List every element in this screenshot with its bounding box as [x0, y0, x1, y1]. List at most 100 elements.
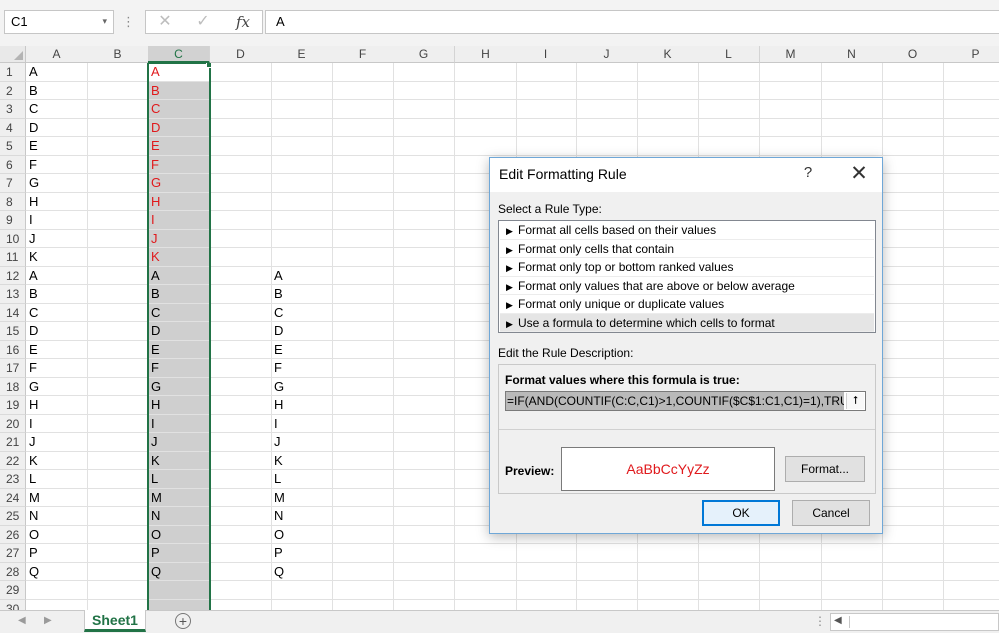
row-header-17[interactable]: 17	[0, 359, 26, 378]
row-header-12[interactable]: 12	[0, 266, 26, 285]
cell-a13[interactable]: B	[26, 285, 87, 304]
cell-a11[interactable]: K	[26, 248, 87, 267]
cell-a8[interactable]: H	[26, 193, 87, 212]
horizontal-scrollbar[interactable]: ◀	[830, 613, 999, 631]
ok-button[interactable]: OK	[702, 500, 780, 526]
enter-check-icon[interactable]: ✓	[192, 13, 214, 31]
rule-type-item[interactable]: ▶ Format only top or bottom ranked values	[500, 258, 874, 277]
row-header-26[interactable]: 26	[0, 525, 26, 544]
row-header-10[interactable]: 10	[0, 229, 26, 248]
row-header-18[interactable]: 18	[0, 377, 26, 396]
cell-a17[interactable]: F	[26, 359, 87, 378]
cell-e28[interactable]: Q	[271, 563, 332, 582]
column-header-f[interactable]: F	[332, 46, 394, 63]
row-header-4[interactable]: 4	[0, 118, 26, 137]
close-icon[interactable]: ✕	[846, 162, 872, 186]
row-header-29[interactable]: 29	[0, 581, 26, 600]
column-header-m[interactable]: M	[760, 46, 822, 63]
cell-e20[interactable]: I	[271, 415, 332, 434]
scroll-left-icon[interactable]: ◀	[834, 615, 842, 626]
cell-a3[interactable]: C	[26, 100, 87, 119]
column-header-b[interactable]: B	[87, 46, 149, 63]
cell-a7[interactable]: G	[26, 174, 87, 193]
row-header-5[interactable]: 5	[0, 137, 26, 156]
cancel-x-icon[interactable]: ✕	[154, 13, 176, 31]
cell-a12[interactable]: A	[26, 267, 87, 286]
rule-type-item[interactable]: ▶ Format only cells that contain	[500, 240, 874, 258]
cell-e23[interactable]: L	[271, 470, 332, 489]
cell-a4[interactable]: D	[26, 119, 87, 138]
row-header-13[interactable]: 13	[0, 285, 26, 304]
add-sheet-icon[interactable]: +	[175, 613, 191, 629]
cell-a1[interactable]: A	[26, 63, 87, 82]
rule-type-item[interactable]: ▶ Format only values that are above or be…	[500, 277, 874, 295]
column-header-g[interactable]: G	[393, 46, 455, 63]
column-header-a[interactable]: A	[26, 46, 88, 63]
rule-type-item[interactable]: ▶ Use a formula to determine which cells …	[500, 313, 874, 332]
cell-e12[interactable]: A	[271, 267, 332, 286]
row-header-27[interactable]: 27	[0, 544, 26, 563]
cell-a27[interactable]: P	[26, 544, 87, 563]
row-header-21[interactable]: 21	[0, 433, 26, 452]
row-header-28[interactable]: 28	[0, 562, 26, 581]
cell-e21[interactable]: J	[271, 433, 332, 452]
cell-a25[interactable]: N	[26, 507, 87, 526]
cell-a6[interactable]: F	[26, 156, 87, 175]
cell-a15[interactable]: D	[26, 322, 87, 341]
tabs-more-icon[interactable]: ⋮	[814, 614, 826, 628]
cell-e26[interactable]: O	[271, 526, 332, 545]
cell-e18[interactable]: G	[271, 378, 332, 397]
cell-a18[interactable]: G	[26, 378, 87, 397]
column-header-p[interactable]: P	[943, 46, 999, 63]
row-header-24[interactable]: 24	[0, 488, 26, 507]
row-header-19[interactable]: 19	[0, 396, 26, 415]
row-header-7[interactable]: 7	[0, 174, 26, 193]
cell-a21[interactable]: J	[26, 433, 87, 452]
cell-a10[interactable]: J	[26, 230, 87, 249]
column-header-c[interactable]: C	[148, 46, 210, 63]
format-button[interactable]: Format...	[785, 456, 865, 482]
column-header-l[interactable]: L	[698, 46, 760, 63]
scroll-tabs-left-icon[interactable]: ◀	[18, 615, 26, 626]
column-header-h[interactable]: H	[455, 46, 517, 63]
rule-formula-text[interactable]: =IF(AND(COUNTIF(C:C,C1)>1,COUNTIF($C$1:C…	[506, 392, 844, 410]
cell-a23[interactable]: L	[26, 470, 87, 489]
cell-e24[interactable]: M	[271, 489, 332, 508]
row-header-9[interactable]: 9	[0, 211, 26, 230]
row-header-14[interactable]: 14	[0, 303, 26, 322]
cell-e17[interactable]: F	[271, 359, 332, 378]
rule-type-item[interactable]: ▶ Format only unique or duplicate values	[500, 295, 874, 314]
row-header-8[interactable]: 8	[0, 192, 26, 211]
row-header-2[interactable]: 2	[0, 81, 26, 100]
row-header-15[interactable]: 15	[0, 322, 26, 341]
column-header-n[interactable]: N	[821, 46, 883, 63]
formula-input[interactable]: A	[265, 10, 999, 34]
cell-a22[interactable]: K	[26, 452, 87, 471]
cell-e13[interactable]: B	[271, 285, 332, 304]
cell-a9[interactable]: I	[26, 211, 87, 230]
cell-a24[interactable]: M	[26, 489, 87, 508]
cell-a20[interactable]: I	[26, 415, 87, 434]
row-header-30[interactable]: 30	[0, 599, 26, 610]
column-header-k[interactable]: K	[637, 46, 699, 63]
cell-a2[interactable]: B	[26, 82, 87, 101]
collapse-dialog-icon[interactable]: ⭡	[846, 393, 864, 409]
rule-formula-field[interactable]: =IF(AND(COUNTIF(C:C,C1)>1,COUNTIF($C$1:C…	[505, 391, 866, 411]
column-header-j[interactable]: J	[576, 46, 638, 63]
cell-a19[interactable]: H	[26, 396, 87, 415]
row-header-20[interactable]: 20	[0, 414, 26, 433]
fx-icon[interactable]: fx	[230, 13, 256, 31]
row-header-1[interactable]: 1	[0, 63, 26, 82]
rule-type-list[interactable]: ▶ Format all cells based on their values ▶…	[498, 220, 876, 333]
column-header-e[interactable]: E	[271, 46, 333, 63]
more-dots-icon[interactable]: ⋮	[122, 13, 135, 31]
cell-a26[interactable]: O	[26, 526, 87, 545]
cancel-button[interactable]: Cancel	[792, 500, 870, 526]
cell-a14[interactable]: C	[26, 304, 87, 323]
cell-e19[interactable]: H	[271, 396, 332, 415]
row-header-23[interactable]: 23	[0, 470, 26, 489]
scroll-tabs-right-icon[interactable]: ▶	[44, 615, 52, 626]
column-header-i[interactable]: I	[515, 46, 577, 63]
cell-a28[interactable]: Q	[26, 563, 87, 582]
scrollbar-thumb[interactable]	[849, 616, 969, 628]
